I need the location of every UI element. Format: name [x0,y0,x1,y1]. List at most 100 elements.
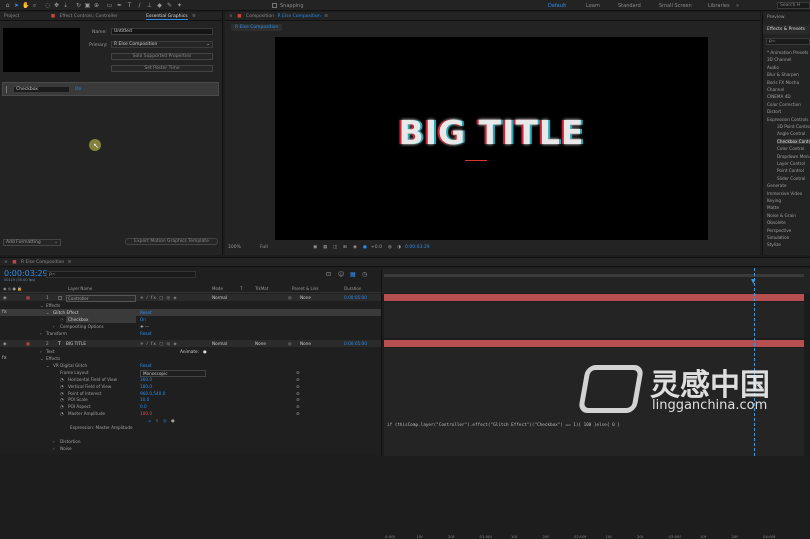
expression-pickwhip-icon[interactable]: ◎ [163,417,167,424]
expand-arrow-icon[interactable]: › [40,330,42,337]
effect-category[interactable]: Generate [767,183,787,188]
camera-tool-icon[interactable]: ▣ [84,2,91,9]
camera-icon[interactable]: ◍ [388,243,392,253]
effect-category[interactable]: Obsolete [767,220,786,225]
parent-dropdown[interactable]: None [300,340,311,347]
snapshot-icon[interactable]: ◉ [353,243,357,253]
set-poster-time-button[interactable]: Set Poster Time [111,65,213,72]
expression-link-icon[interactable]: ⊘ [296,410,300,417]
rotate-tool-icon[interactable]: ↻ [75,2,82,9]
panel-menu-icon[interactable]: ≡ [192,14,196,19]
comp-breadcrumb[interactable]: R Else Composition [231,24,283,31]
layer-name[interactable]: BIG TITLE [66,340,86,347]
eye-icon[interactable]: ◉ [3,294,7,301]
draft-3d-icon[interactable]: ⊡ [326,271,331,278]
layer-switches-icon[interactable]: ✳ ⁄ fx ▢ ◎ ◈ [140,340,178,347]
template-name-field[interactable]: Untitled [111,28,213,35]
distortion-row[interactable]: › Distortion [0,438,381,445]
frame-blending-icon[interactable]: ▦ [350,271,356,278]
animate-menu[interactable]: Animate: [180,348,199,355]
effects-group-row[interactable]: ⌄ Effects [0,355,381,362]
big-title-layer-bar[interactable] [384,340,804,347]
parent-dropdown[interactable]: None [300,294,311,301]
shy-layers-icon[interactable]: ☺ [338,271,344,278]
parent-pickwhip-icon[interactable]: ◎ [288,294,292,301]
panel-menu-icon[interactable]: ≡ [324,14,328,19]
expression-editor[interactable]: if (thisComp.layer("Controller").effect(… [387,423,620,428]
effect-item[interactable]: Dropdown Menu Control [777,154,810,159]
drag-handle-icon[interactable] [6,86,9,93]
tab-preview[interactable]: Preview [767,15,785,20]
workspace-learn[interactable]: Learn [586,3,600,9]
time-ruler[interactable] [381,269,810,293]
exposure-value[interactable]: +0.0 [371,243,382,253]
effect-category[interactable]: Boris FX Mocha [767,80,799,85]
property-value[interactable]: 100.0 [140,410,152,417]
stopwatch-icon[interactable]: ◔ [60,410,64,417]
expand-arrow-icon[interactable]: ⌄ [40,355,44,362]
effect-item[interactable]: 3D Point Control [777,124,810,129]
expression-graph-icon[interactable]: ⌇ [156,417,158,424]
effect-item[interactable]: Slider Control [777,176,805,181]
effect-category[interactable]: Noise & Grain [767,213,796,218]
type-tool-icon[interactable]: T [126,2,133,9]
solo-supported-properties-button[interactable]: Solo Supported Properties [111,53,213,60]
graph-editor-icon[interactable]: ◷ [362,271,367,278]
effect-category[interactable]: Distort [767,109,781,114]
frame-layout-row[interactable]: Frame Layout Monoscopic ⊘ [0,369,381,377]
timeline-current-time[interactable]: 0:00:03:29 [4,269,48,278]
roto-tool-icon[interactable]: ✎ [166,2,173,9]
region-of-interest-icon[interactable]: ▣ [313,243,317,253]
label-color-icon[interactable]: ■ [26,340,30,347]
expression-link-icon[interactable]: ⊘ [296,369,300,376]
close-icon[interactable]: × [229,14,233,19]
timeline-tab[interactable]: R Else Composition [21,260,64,265]
expand-arrow-icon[interactable]: ⌄ [40,302,44,309]
comp-current-time[interactable]: 0:00:03:29 [405,243,430,253]
add-mask-icon[interactable]: ✚ — [140,323,149,330]
tab-effect-controls[interactable]: Effect Controls: Controller [60,14,118,19]
layer-duration[interactable]: 0:00:05:00 [344,340,367,347]
expression-enable-icon[interactable]: = [148,417,152,424]
layer-row-controller[interactable]: ◉ ■ 1 □ Controller ✳ ⁄ fx ▢ ◎ ◈ Normal ◎… [0,294,381,302]
effect-category[interactable]: Simulation [767,235,789,240]
mode-header[interactable]: Mode [212,285,223,293]
glitch-reset-link[interactable]: Reset [140,309,152,316]
show-snapshot-icon[interactable]: ◑ [397,243,401,253]
workspace-small-screen[interactable]: Small Screen [659,3,692,9]
layer-anchor-handles[interactable] [465,157,487,161]
big-title-text[interactable]: BIG TITLE [275,113,708,152]
layer-name-header[interactable]: Layer Name [68,285,92,293]
effect-item[interactable]: Color Control [777,146,804,151]
rectangle-tool-icon[interactable]: ▭ [106,2,113,9]
snapping-checkbox[interactable] [272,3,277,8]
puppet-tool-icon[interactable]: ✦ [176,2,183,9]
home-icon[interactable]: ⌂ [4,2,11,9]
checkbox-property-row[interactable]: ◔ Checkbox On [0,316,381,323]
tab-effects-presets[interactable]: Effects & Presets [763,25,810,34]
orbit-tool-icon[interactable]: ◌ [44,2,51,9]
expand-arrow-icon[interactable]: › [53,323,55,330]
close-icon[interactable]: × [4,260,8,265]
effect-item[interactable]: Point Control [777,168,804,173]
tab-essential-graphics[interactable]: Essential Graphics [146,14,188,20]
panel-menu-icon[interactable]: ≡ [68,260,72,265]
duration-header[interactable]: Duration [344,285,361,293]
noise-row[interactable]: › Noise [0,445,381,452]
add-animator-icon[interactable]: ● [203,348,207,355]
effects-group-row[interactable]: ⌄ Effects [0,302,381,309]
label-color-icon[interactable]: ■ [26,294,30,301]
effect-property-row[interactable]: ◔ Master Amplitude 100.0 ⊘ [0,410,381,417]
expand-arrow-icon[interactable]: › [40,348,42,355]
trkmat-dropdown[interactable]: None [255,340,266,347]
effect-category[interactable]: Keying [767,198,781,203]
hand-tool-icon[interactable]: ✋ [22,2,29,9]
expand-arrow-icon[interactable]: › [53,438,55,445]
anchor-tool-icon[interactable]: ⊕ [93,2,100,9]
zoom-dropdown[interactable]: 100% [228,243,241,253]
expression-controls-row[interactable]: = ⌇ ◎ ● [0,417,381,424]
effect-category[interactable]: * Animation Presets [767,50,808,55]
workspace-default[interactable]: Default [548,3,566,9]
effect-category[interactable]: CINEMA 4D [767,94,791,99]
expand-arrow-icon[interactable]: › [53,445,55,452]
